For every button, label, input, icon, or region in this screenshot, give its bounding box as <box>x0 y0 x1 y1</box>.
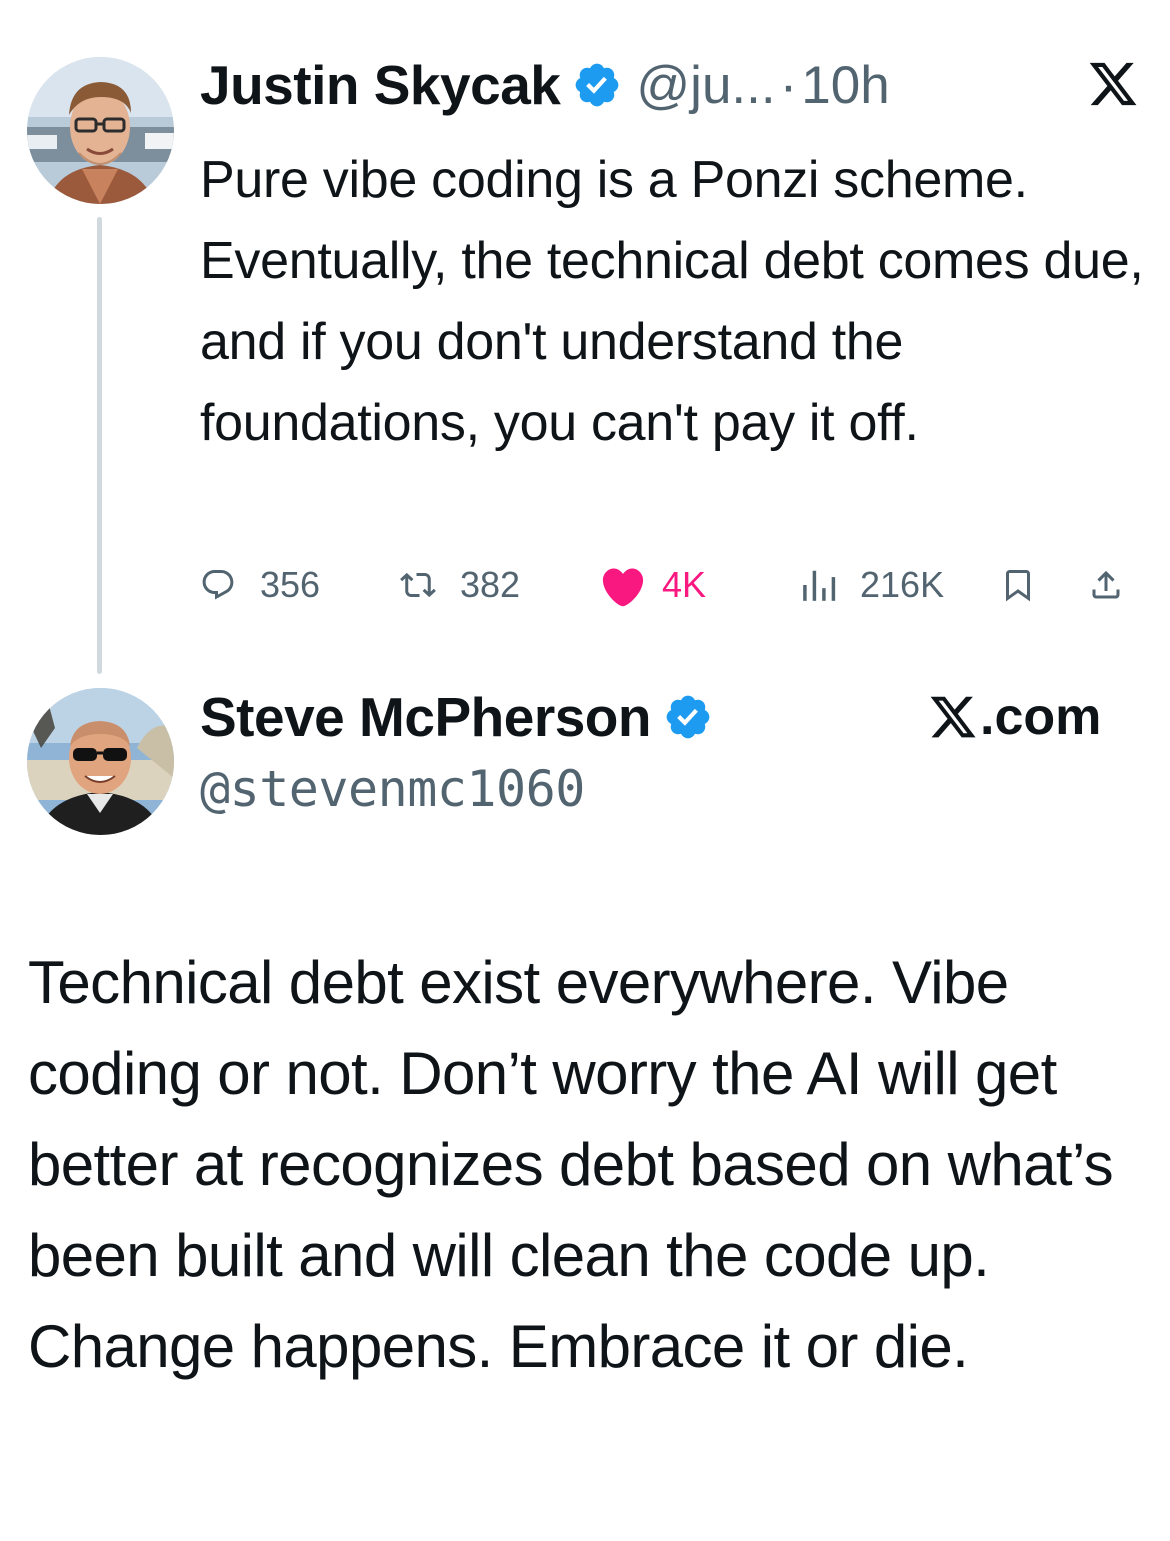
repost-button[interactable]: 382 <box>396 555 520 615</box>
reply-author-avatar[interactable] <box>27 688 174 835</box>
tweet-action-bar: 356 382 4K 216K <box>200 555 1140 615</box>
views-count: 216K <box>860 564 945 605</box>
reply-header: Steve McPherson <box>200 682 713 752</box>
x-com-source-link[interactable]: .com <box>928 684 1101 750</box>
bookmark-button[interactable] <box>1000 555 1036 615</box>
separator-dot: · <box>779 55 798 115</box>
author-avatar[interactable] <box>27 57 174 204</box>
thread-connector-line <box>97 217 102 674</box>
views-button[interactable]: 216K <box>800 555 944 615</box>
share-icon <box>1088 567 1124 603</box>
heart-icon <box>598 563 648 607</box>
verified-badge-icon <box>572 60 622 110</box>
x-com-label: .com <box>980 688 1102 746</box>
reply-author-handle[interactable]: @stevenmc1060 <box>200 760 585 818</box>
views-icon <box>800 566 838 604</box>
like-button[interactable]: 4K <box>598 555 706 615</box>
reply-text: Technical debt exist everywhere. Vibe co… <box>28 949 1114 1380</box>
bookmark-icon <box>1000 567 1036 603</box>
author-handle[interactable]: @ju... <box>636 55 775 116</box>
reply-button[interactable]: 356 <box>200 555 320 615</box>
share-button[interactable] <box>1088 555 1124 615</box>
tweet-header: Justin Skycak @ju... · 10h <box>200 50 890 120</box>
reply-icon <box>200 567 236 603</box>
repost-icon <box>396 567 440 603</box>
author-display-name[interactable]: Justin Skycak <box>200 53 561 117</box>
x-logo-icon <box>928 692 978 742</box>
repost-count: 382 <box>460 564 521 605</box>
verified-badge-icon <box>663 692 713 742</box>
x-logo-icon[interactable] <box>1087 58 1139 110</box>
tweet-text: Pure vibe coding is a Ponzi scheme. Even… <box>200 151 1144 452</box>
reply-count: 356 <box>260 564 321 605</box>
reply-author-display-name[interactable]: Steve McPherson <box>200 685 652 749</box>
tweet-timestamp[interactable]: 10h <box>801 55 889 116</box>
like-count: 4K <box>662 564 707 605</box>
